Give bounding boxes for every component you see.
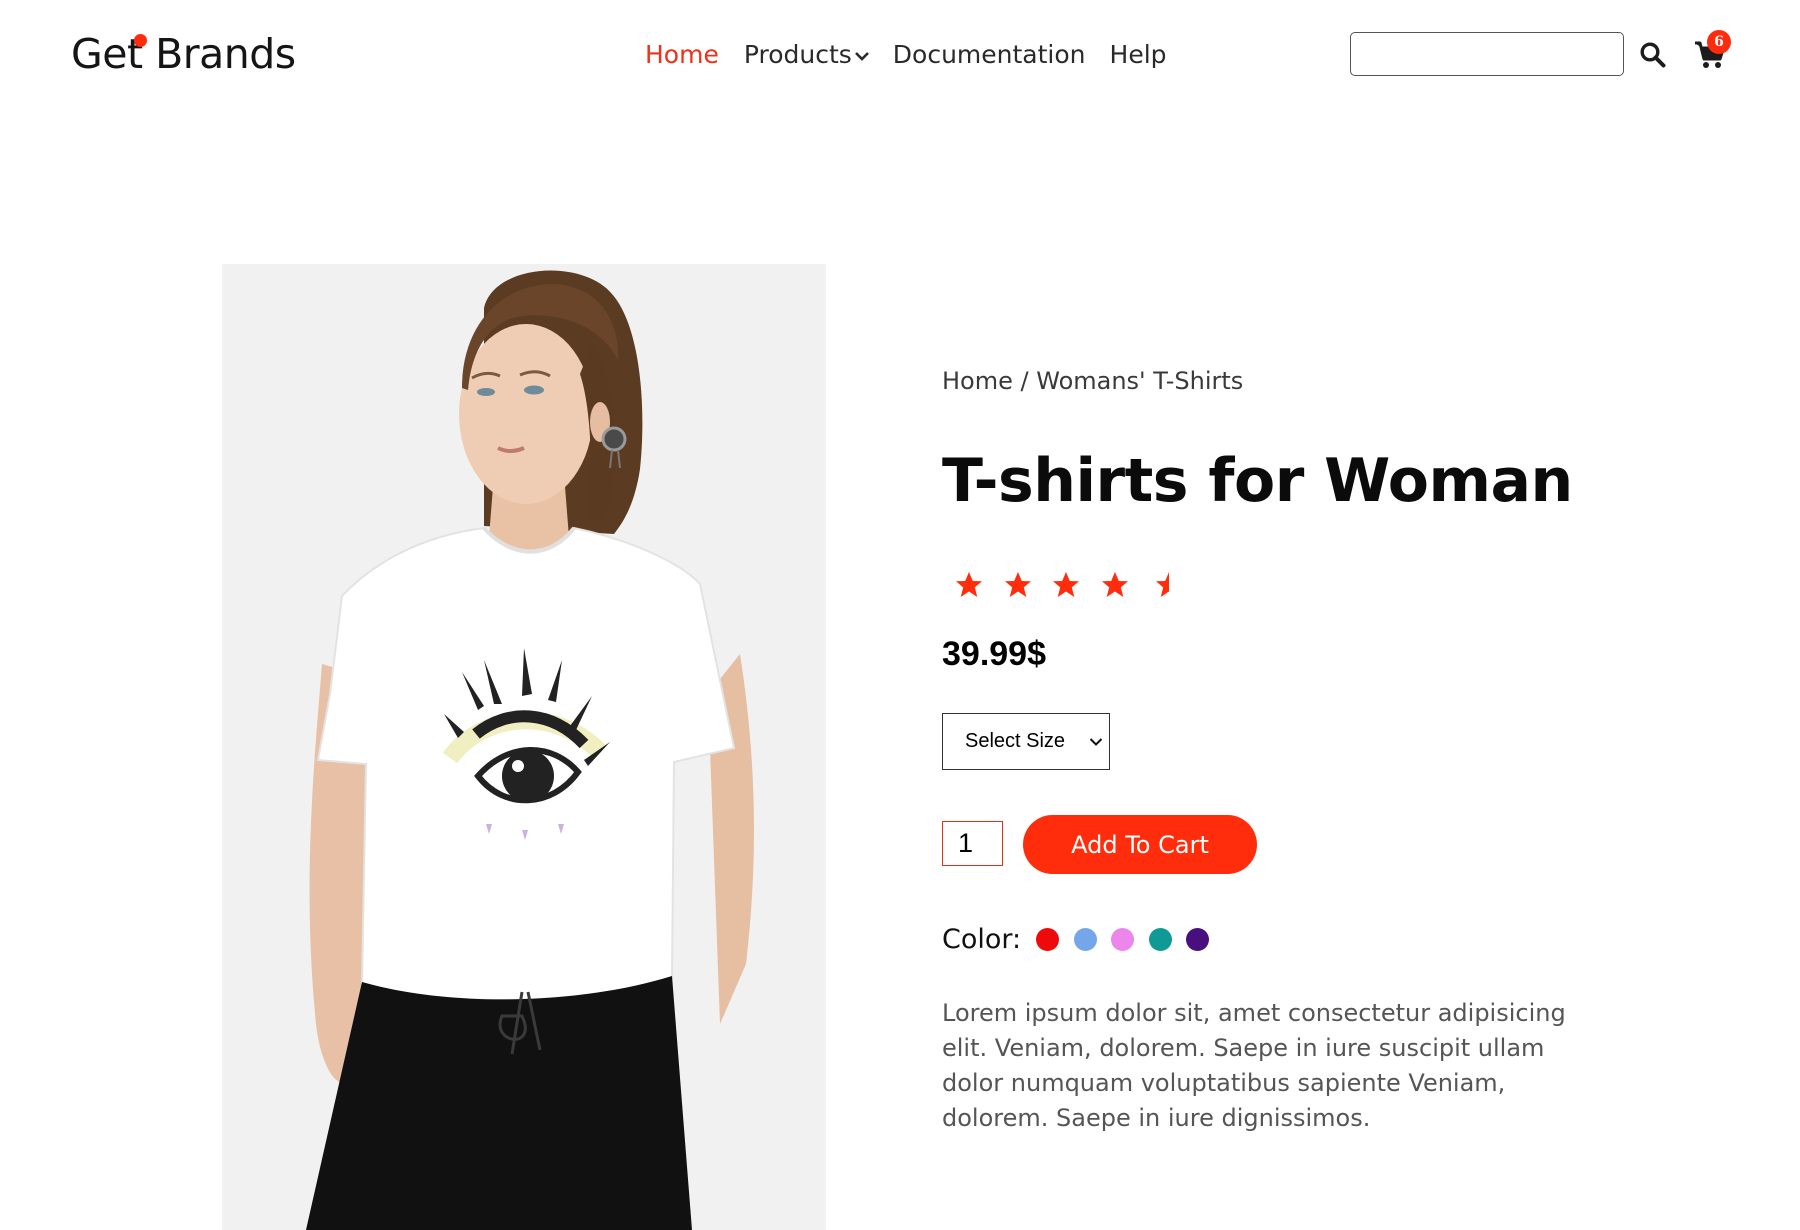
logo-text: Get Brands bbox=[71, 30, 296, 78]
search-icon[interactable] bbox=[1639, 41, 1666, 68]
breadcrumb-category[interactable]: Womans' T-Shirts bbox=[1036, 367, 1243, 395]
main-nav: Home Products Documentation Help bbox=[645, 40, 1167, 69]
model-illustration bbox=[222, 264, 826, 1230]
nav-home[interactable]: Home bbox=[645, 40, 719, 69]
nav-products-label: Products bbox=[743, 40, 852, 69]
breadcrumb-home[interactable]: Home bbox=[942, 367, 1013, 395]
chevron-down-icon bbox=[1089, 738, 1103, 746]
chevron-down-icon bbox=[854, 52, 869, 61]
product-description: Lorem ipsum dolor sit, amet consectetur … bbox=[942, 999, 1566, 1132]
breadcrumb: Home / Womans' T-Shirts bbox=[942, 367, 1243, 395]
cart-count-badge: 6 bbox=[1707, 30, 1731, 54]
product-price: 39.99$ bbox=[942, 635, 1046, 673]
breadcrumb-separator: / bbox=[1020, 367, 1029, 395]
product-title: T-shirts for Woman bbox=[942, 446, 1573, 516]
half-star-icon bbox=[1156, 572, 1169, 597]
color-label: Color: bbox=[942, 924, 1022, 955]
search-input[interactable] bbox=[1350, 32, 1624, 76]
rating-stars bbox=[954, 570, 1197, 600]
star-icon bbox=[1004, 572, 1031, 597]
logo-dot bbox=[134, 34, 147, 47]
color-swatch-red[interactable] bbox=[1036, 928, 1060, 951]
nav-help[interactable]: Help bbox=[1110, 40, 1167, 69]
size-select-value: Select Size bbox=[965, 730, 1066, 752]
star-icon bbox=[1101, 572, 1128, 597]
nav-products[interactable]: Products bbox=[744, 40, 870, 69]
star-icon bbox=[1053, 572, 1079, 597]
logo[interactable]: Get Brands bbox=[71, 30, 296, 78]
color-options: Color: bbox=[942, 924, 1224, 955]
color-swatch-purple[interactable] bbox=[1186, 928, 1210, 951]
size-select[interactable]: Select Size bbox=[942, 713, 1110, 770]
color-swatch-light-blue[interactable] bbox=[1073, 928, 1097, 951]
color-swatch-teal[interactable] bbox=[1148, 928, 1172, 951]
product-image bbox=[222, 264, 826, 1230]
quantity-input[interactable] bbox=[942, 821, 1003, 866]
star-icon bbox=[956, 572, 982, 597]
color-swatch-pink[interactable] bbox=[1111, 928, 1135, 951]
nav-documentation[interactable]: Documentation bbox=[893, 40, 1086, 69]
add-to-cart-button[interactable]: Add To Cart bbox=[1023, 815, 1257, 874]
